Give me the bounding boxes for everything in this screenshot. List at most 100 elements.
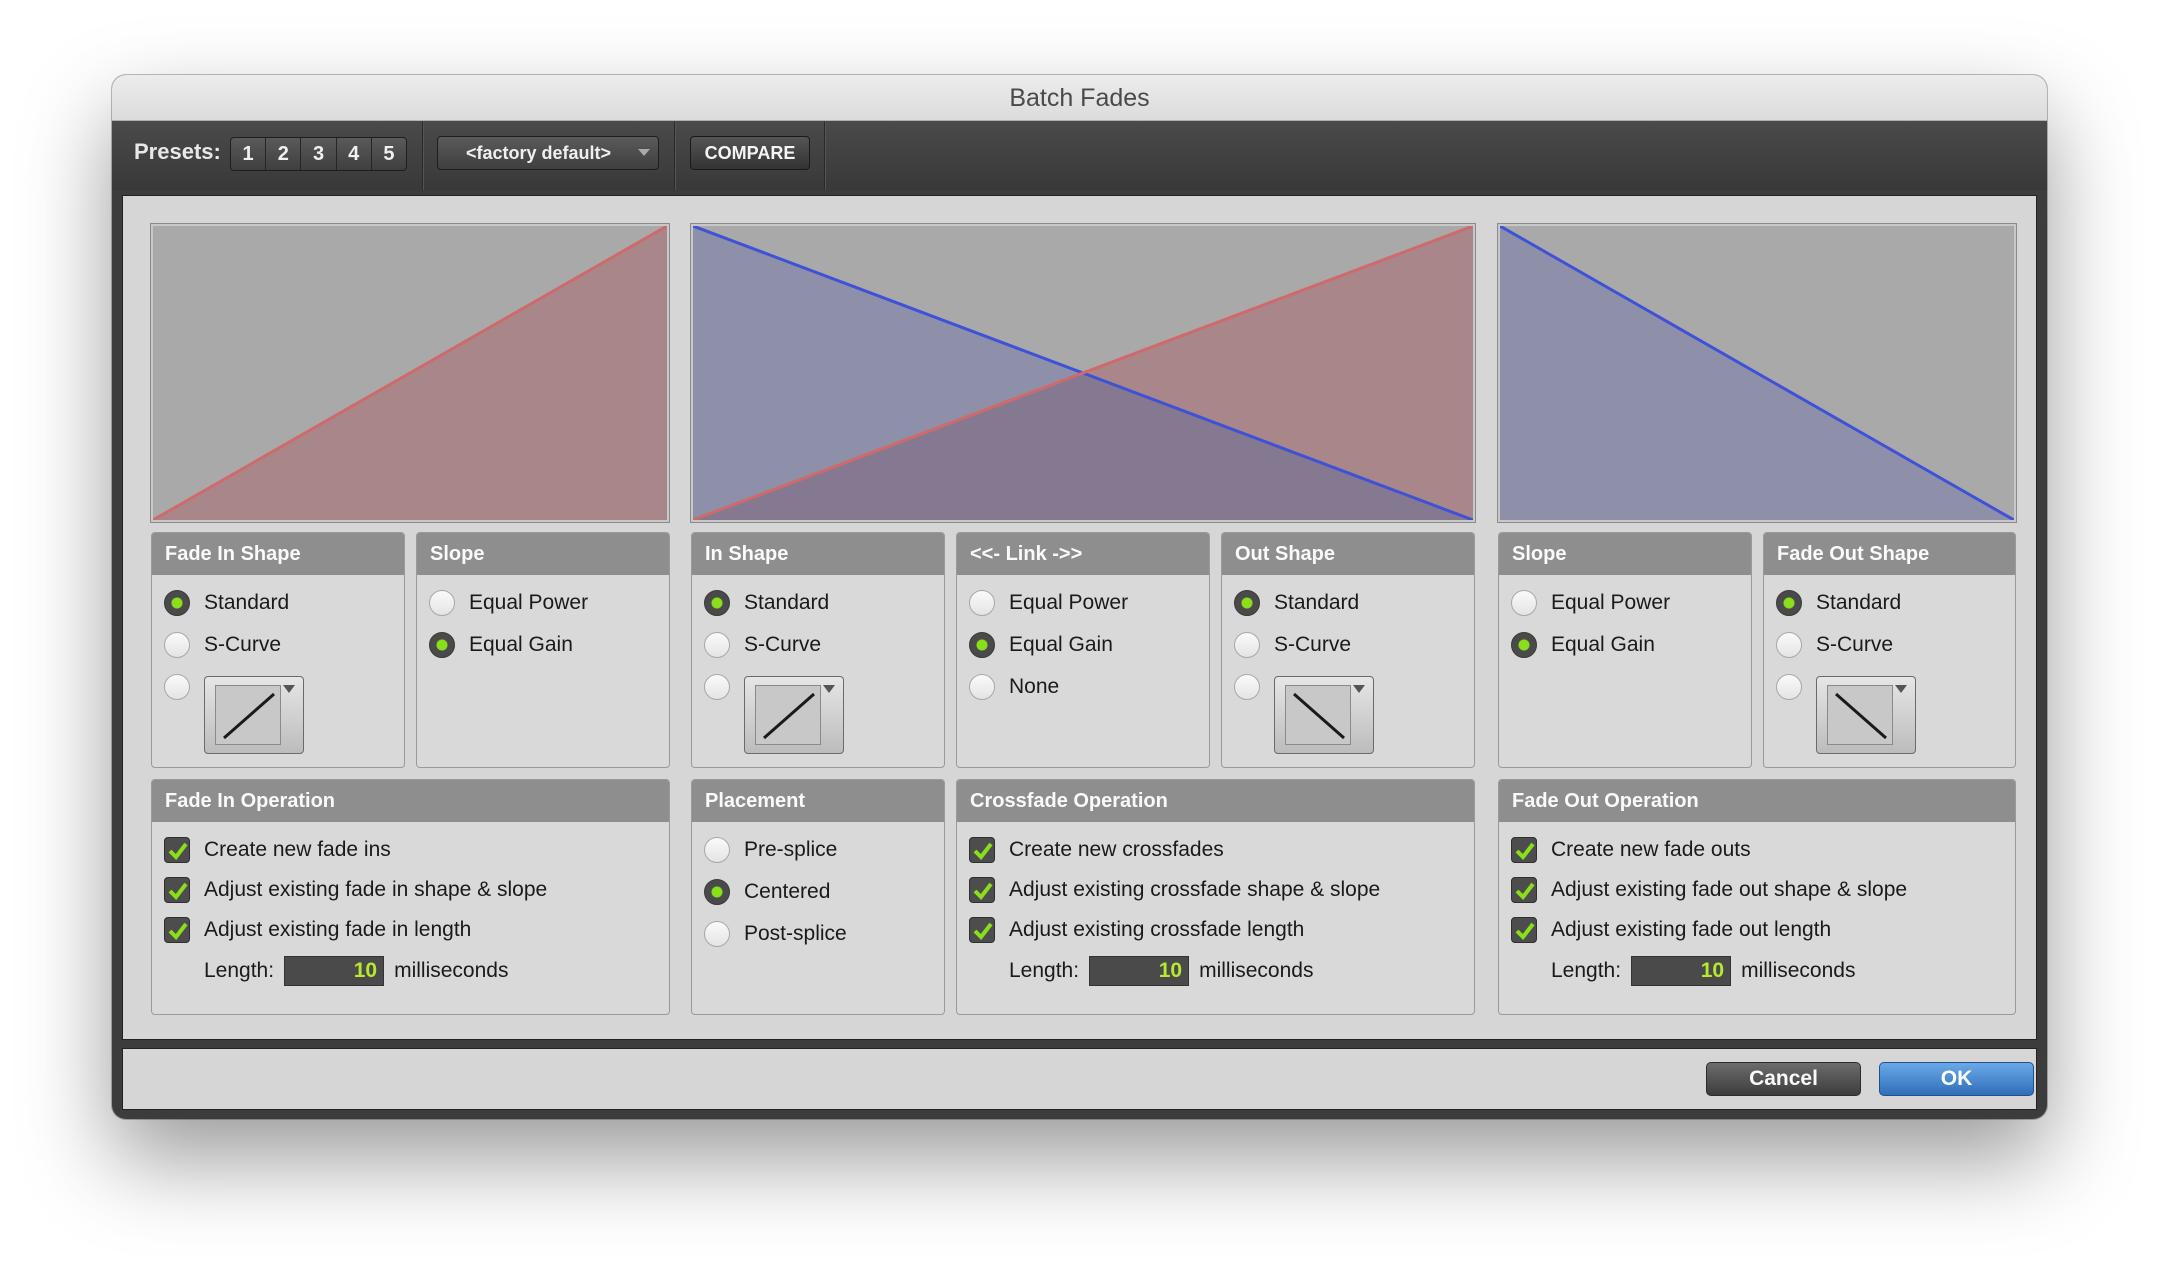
ok-button[interactable]: OK <box>1879 1062 2034 1096</box>
radio-icon[interactable] <box>704 837 730 863</box>
link-equal-power[interactable]: Equal Power <box>969 588 1128 618</box>
option-label: Create new fade outs <box>1551 838 1751 861</box>
link-equal-gain[interactable]: Equal Gain <box>969 630 1113 660</box>
radio-icon[interactable] <box>164 674 190 700</box>
rising-line-icon <box>215 685 281 745</box>
placement-panel: Placement Pre-splice Centered Post-splic… <box>691 779 945 1015</box>
fade-out-length-input[interactable]: 10 <box>1631 956 1732 986</box>
placement-pre-splice[interactable]: Pre-splice <box>704 835 837 865</box>
link-panel: <<- Link ->> Equal Power Equal Gain None <box>956 532 1210 768</box>
checkbox-checked-icon[interactable] <box>1511 877 1537 903</box>
checkbox-checked-icon[interactable] <box>1511 837 1537 863</box>
out-shape-selector[interactable] <box>1274 676 1374 754</box>
preset-button-1[interactable]: 1 <box>231 138 267 170</box>
crossfade-operation-title: Crossfade Operation <box>957 780 1474 822</box>
preset-button-4[interactable]: 4 <box>337 138 372 170</box>
fade-out-operation-panel: Fade Out Operation Create new fade outs … <box>1498 779 2016 1015</box>
fade-in-shape-s-curve[interactable]: S-Curve <box>164 630 281 660</box>
check-create-new-fade-outs[interactable]: Create new fade outs <box>1511 835 1751 865</box>
radio-icon[interactable] <box>704 921 730 947</box>
fade-in-shape-custom[interactable] <box>164 672 204 702</box>
radio-icon[interactable] <box>704 632 730 658</box>
fade-in-operation-panel: Fade In Operation Create new fade ins Ad… <box>151 779 670 1015</box>
cancel-button[interactable]: Cancel <box>1706 1062 1861 1096</box>
radio-icon[interactable] <box>969 590 995 616</box>
checkbox-checked-icon[interactable] <box>969 837 995 863</box>
in-shape-selector[interactable] <box>744 676 844 754</box>
compare-button[interactable]: COMPARE <box>690 136 810 170</box>
option-label: Adjust existing fade in shape & slope <box>204 878 548 901</box>
radio-selected-icon[interactable] <box>164 590 190 616</box>
option-label: Equal Gain <box>1009 633 1113 656</box>
link-none[interactable]: None <box>969 672 1059 702</box>
fade-in-length-input[interactable]: 10 <box>284 956 385 986</box>
check-adjust-crossfade-shape[interactable]: Adjust existing crossfade shape & slope <box>969 875 1380 905</box>
check-adjust-fade-out-shape[interactable]: Adjust existing fade out shape & slope <box>1511 875 1907 905</box>
in-shape-custom[interactable] <box>704 672 744 702</box>
preset-button-3[interactable]: 3 <box>301 138 337 170</box>
option-label: Adjust existing fade out length <box>1551 918 1832 941</box>
option-label: Equal Gain <box>469 633 573 656</box>
fade-in-shape-standard[interactable]: Standard <box>164 588 289 618</box>
out-shape-standard[interactable]: Standard <box>1234 588 1359 618</box>
radio-selected-icon[interactable] <box>704 590 730 616</box>
radio-icon[interactable] <box>1234 632 1260 658</box>
radio-icon[interactable] <box>1776 632 1802 658</box>
check-adjust-fade-in-shape[interactable]: Adjust existing fade in shape & slope <box>164 875 547 905</box>
presets-label: Presets: <box>134 139 221 164</box>
check-create-new-fade-ins[interactable]: Create new fade ins <box>164 835 391 865</box>
in-shape-s-curve[interactable]: S-Curve <box>704 630 821 660</box>
fade-out-slope-equal-power[interactable]: Equal Power <box>1511 588 1670 618</box>
preset-dropdown[interactable]: <factory default> <box>437 136 659 170</box>
length-label: Length: <box>1551 959 1622 982</box>
checkbox-checked-icon[interactable] <box>164 877 190 903</box>
checkbox-checked-icon[interactable] <box>969 877 995 903</box>
preset-button-5[interactable]: 5 <box>372 138 406 170</box>
fade-out-shape-custom[interactable] <box>1776 672 1816 702</box>
checkbox-checked-icon[interactable] <box>164 837 190 863</box>
radio-selected-icon[interactable] <box>1776 590 1802 616</box>
radio-icon[interactable] <box>164 632 190 658</box>
checkbox-checked-icon[interactable] <box>1511 917 1537 943</box>
fade-out-slope-equal-gain[interactable]: Equal Gain <box>1511 630 1655 660</box>
fade-in-slope-equal-gain[interactable]: Equal Gain <box>429 630 573 660</box>
radio-selected-icon[interactable] <box>1234 590 1260 616</box>
out-shape-custom[interactable] <box>1234 672 1274 702</box>
check-create-new-crossfades[interactable]: Create new crossfades <box>969 835 1224 865</box>
fade-in-slope-equal-power[interactable]: Equal Power <box>429 588 588 618</box>
radio-icon[interactable] <box>1234 674 1260 700</box>
check-adjust-crossfade-length[interactable]: Adjust existing crossfade length <box>969 915 1304 945</box>
placement-centered[interactable]: Centered <box>704 877 830 907</box>
radio-selected-icon[interactable] <box>429 632 455 658</box>
out-shape-panel: Out Shape Standard S-Curve <box>1221 532 1475 768</box>
radio-icon[interactable] <box>1511 590 1537 616</box>
toolbar-divider <box>674 121 676 190</box>
radio-selected-icon[interactable] <box>1511 632 1537 658</box>
check-adjust-fade-out-length[interactable]: Adjust existing fade out length <box>1511 915 1831 945</box>
fade-in-shape-selector[interactable] <box>204 676 304 754</box>
option-label: Standard <box>744 591 830 614</box>
radio-selected-icon[interactable] <box>704 879 730 905</box>
fade-in-shape-panel: Fade In Shape Standard S-Curve <box>151 532 405 768</box>
option-label: S-Curve <box>204 633 282 656</box>
radio-icon[interactable] <box>969 674 995 700</box>
radio-selected-icon[interactable] <box>969 632 995 658</box>
in-shape-standard[interactable]: Standard <box>704 588 829 618</box>
fade-in-curve <box>153 226 667 520</box>
crossfade-length-input[interactable]: 10 <box>1089 956 1190 986</box>
radio-icon[interactable] <box>429 590 455 616</box>
placement-post-splice[interactable]: Post-splice <box>704 919 847 949</box>
radio-icon[interactable] <box>1776 674 1802 700</box>
fade-out-shape-standard[interactable]: Standard <box>1776 588 1901 618</box>
preset-button-2[interactable]: 2 <box>266 138 302 170</box>
fade-out-shape-s-curve[interactable]: S-Curve <box>1776 630 1893 660</box>
option-label: Standard <box>1816 591 1902 614</box>
check-adjust-fade-in-length[interactable]: Adjust existing fade in length <box>164 915 471 945</box>
out-shape-title: Out Shape <box>1222 533 1474 575</box>
out-shape-s-curve[interactable]: S-Curve <box>1234 630 1351 660</box>
checkbox-checked-icon[interactable] <box>969 917 995 943</box>
checkbox-checked-icon[interactable] <box>164 917 190 943</box>
radio-icon[interactable] <box>704 674 730 700</box>
fade-out-shape-panel: Fade Out Shape Standard S-Curve <box>1763 532 2016 768</box>
fade-out-shape-selector[interactable] <box>1816 676 1916 754</box>
